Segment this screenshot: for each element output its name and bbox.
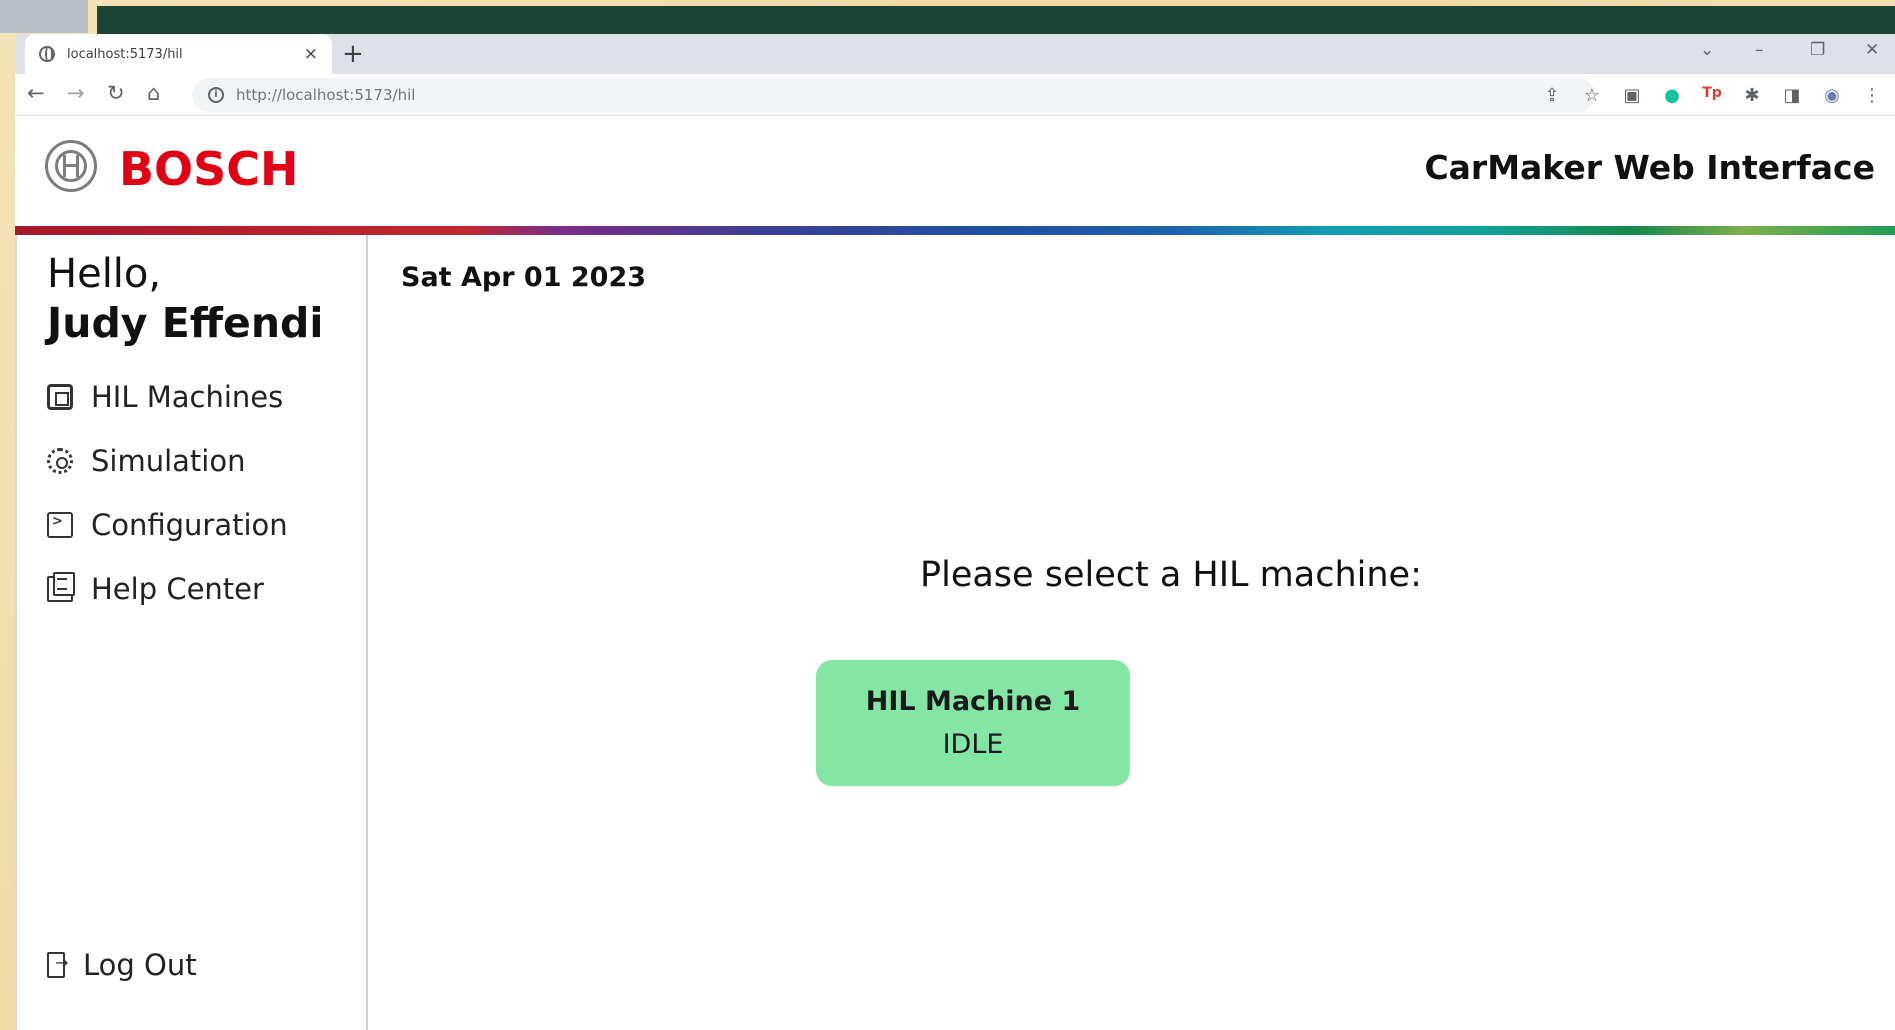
puzzle-icon[interactable]: ✱	[1741, 85, 1763, 106]
logout-button[interactable]: Log Out	[47, 948, 197, 982]
restore-button[interactable]: ❐	[1810, 40, 1825, 60]
browser-window: localhost:5173/hil × + ⌄ – ❐ ✕ ← → ↻ ⌂ i…	[15, 34, 1895, 1030]
menu-icon[interactable]: ⋮	[1861, 85, 1883, 106]
sidebar: Hello, Judy Effendi HIL Machines Simulat…	[15, 235, 368, 1030]
tab-title: localhost:5173/hil	[67, 46, 183, 62]
sidebar-item-label: Simulation	[91, 444, 246, 478]
user-name: Judy Effendi	[47, 299, 324, 347]
star-icon[interactable]: ☆	[1581, 85, 1603, 106]
site-info-icon[interactable]: i	[208, 87, 224, 103]
current-date: Sat Apr 01 2023	[401, 262, 647, 293]
globe-icon	[39, 46, 55, 62]
tab-search-icon[interactable]: ⌄	[1700, 40, 1714, 60]
gear-icon	[47, 448, 73, 474]
app-title: CarMaker Web Interface	[1424, 148, 1875, 187]
close-window-button[interactable]: ✕	[1865, 40, 1879, 60]
tab-strip: localhost:5173/hil × + ⌄ – ❐ ✕	[15, 34, 1895, 74]
chip-icon	[47, 384, 73, 410]
app-header: BOSCH CarMaker Web Interface	[15, 116, 1895, 226]
logout-label: Log Out	[83, 948, 197, 982]
brand-logo-text: BOSCH	[119, 142, 299, 196]
url-input[interactable]: i http://localhost:5173/hil	[192, 78, 1595, 112]
extension-icon[interactable]: ▣	[1621, 85, 1643, 106]
book-icon	[47, 572, 75, 602]
sidebar-item-label: Configuration	[91, 508, 288, 542]
sidebar-item-hil-machines[interactable]: HIL Machines	[47, 380, 283, 414]
select-machine-prompt: Please select a HIL machine:	[920, 555, 1422, 595]
grammarly-icon[interactable]: ●	[1661, 85, 1683, 106]
machine-name: HIL Machine 1	[865, 686, 1081, 717]
sidepanel-icon[interactable]: ◨	[1781, 85, 1803, 106]
bosch-logo-icon	[45, 140, 97, 192]
terminal-icon	[47, 512, 73, 538]
address-bar-row: ← → ↻ ⌂ i http://localhost:5173/hil ⇪ ☆ …	[15, 74, 1895, 116]
greeting: Hello,	[47, 251, 162, 297]
back-icon[interactable]: ←	[27, 81, 45, 105]
profile-icon[interactable]: ◉	[1821, 85, 1843, 106]
sidebar-item-configuration[interactable]: Configuration	[47, 508, 288, 542]
minimize-button[interactable]: –	[1755, 40, 1764, 60]
home-icon[interactable]: ⌂	[147, 81, 160, 105]
new-tab-button[interactable]: +	[342, 39, 364, 69]
browser-tab[interactable]: localhost:5173/hil ×	[25, 34, 332, 74]
sidebar-item-help-center[interactable]: Help Center	[47, 572, 264, 606]
tab-close-icon[interactable]: ×	[304, 44, 318, 64]
machine-status: IDLE	[942, 729, 1004, 760]
sidebar-item-simulation[interactable]: Simulation	[47, 444, 245, 478]
tp-icon[interactable]: Tp	[1701, 85, 1723, 101]
hil-machine-card[interactable]: HIL Machine 1 IDLE	[816, 660, 1130, 786]
url-text: http://localhost:5173/hil	[236, 86, 416, 104]
os-taskbar-tile	[0, 0, 88, 33]
os-title-strip	[97, 6, 1895, 34]
sidebar-item-label: Help Center	[91, 572, 264, 606]
sidebar-item-label: HIL Machines	[91, 380, 284, 414]
main-content: Sat Apr 01 2023 Please select a HIL mach…	[370, 235, 1895, 1030]
brand-color-bar	[15, 226, 1895, 235]
logout-icon	[47, 952, 68, 978]
share-icon[interactable]: ⇪	[1541, 85, 1563, 106]
reload-icon[interactable]: ↻	[107, 81, 125, 105]
forward-icon[interactable]: →	[67, 81, 85, 105]
